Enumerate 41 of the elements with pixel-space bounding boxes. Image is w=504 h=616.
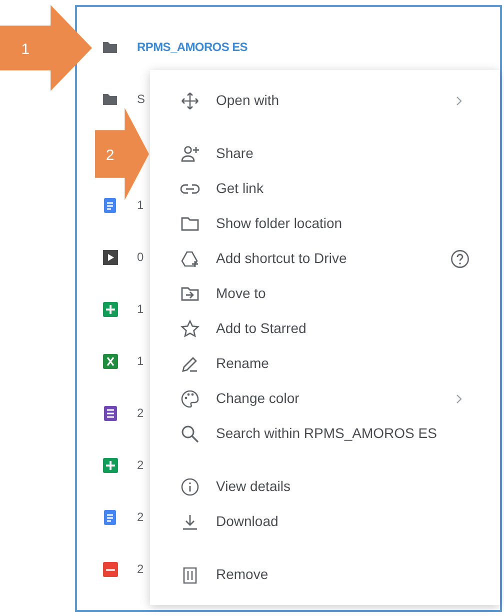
form-icon (102, 404, 119, 422)
menu-item[interactable]: Move to (150, 276, 500, 311)
menu-item[interactable]: Search within RPMS_AMOROS ES (150, 416, 500, 451)
menu-item[interactable]: Change color (150, 381, 500, 416)
menu-item[interactable]: Add to Starred (150, 311, 500, 346)
file-name[interactable]: S (137, 90, 146, 108)
file-name[interactable]: 2 (137, 404, 144, 422)
callout-number: 1 (21, 40, 30, 60)
info-icon (180, 476, 200, 496)
search-icon (180, 424, 200, 444)
drive-shortcut-icon (180, 248, 200, 268)
file-name[interactable]: 0 (137, 248, 144, 266)
menu-item[interactable]: Rename (150, 346, 500, 381)
menu-item[interactable]: Open with (150, 83, 500, 118)
video-icon (102, 248, 119, 266)
doc-icon (102, 196, 119, 214)
callout-number: 2 (106, 146, 114, 166)
menu-item[interactable]: Get link (150, 171, 500, 206)
menu-item[interactable]: Share (150, 136, 500, 171)
menu-item[interactable]: Add shortcut to Drive (150, 241, 500, 276)
sheet-icon (102, 300, 119, 318)
file-name[interactable]: 1 (137, 352, 144, 370)
excel-icon (102, 352, 119, 370)
file-name[interactable]: 2 (137, 560, 144, 578)
sheet-icon (102, 456, 119, 474)
menu-item[interactable]: Download (150, 504, 500, 539)
help-icon[interactable] (450, 248, 470, 268)
menu-item[interactable]: View details (150, 469, 500, 504)
move-icon (180, 90, 200, 110)
file-name[interactable]: 2 (137, 508, 144, 526)
file-name[interactable]: 1 (137, 300, 144, 318)
doc-icon (102, 508, 119, 526)
menu-item[interactable]: Remove (150, 557, 500, 592)
star-icon (180, 318, 200, 338)
person-add-icon (180, 144, 200, 164)
menu-item[interactable]: Show folder location (150, 206, 500, 241)
file-name[interactable]: RPMS_AMOROS ES (137, 38, 248, 56)
file-name[interactable]: 1 (137, 196, 144, 214)
file-name[interactable]: 2 (137, 456, 144, 474)
pdf-icon (102, 560, 119, 578)
palette-icon (180, 388, 200, 408)
